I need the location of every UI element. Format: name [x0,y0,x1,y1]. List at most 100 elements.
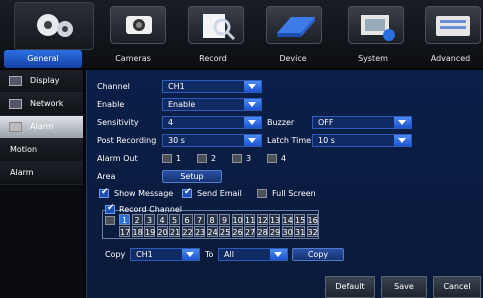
channel-select[interactable]: CH1 [162,80,262,93]
chevron-down-icon[interactable] [182,249,199,260]
channel-2-toggle[interactable]: 2 [131,214,143,225]
channel-16-toggle[interactable]: 16 [306,214,318,225]
alarm-out-2-checkbox[interactable] [197,154,207,163]
alarm-out-3-label: 3 [246,154,252,163]
channel-11-toggle[interactable]: 11 [244,214,255,225]
sidebar-item-alarm[interactable]: Alarm [0,116,83,139]
chevron-down-icon[interactable] [270,249,287,260]
copy-from-select[interactable]: CH1 [130,248,200,261]
alarm-out-4-checkbox[interactable] [267,154,277,163]
channel-28-toggle[interactable]: 28 [256,226,268,237]
show-message-checkbox[interactable] [99,187,109,198]
copy-to-select[interactable]: All [218,248,288,261]
advanced-tile[interactable] [425,6,481,44]
network-icon [9,99,22,109]
enable-value: Enable [168,100,196,109]
channel-10-toggle[interactable]: 10 [231,214,243,225]
chevron-down-icon[interactable] [394,135,411,146]
copy-button[interactable]: Copy [292,248,344,261]
record-channel-checkbox[interactable] [105,203,115,214]
sidebar-item-label: Alarm [10,168,34,177]
channel-27-toggle[interactable]: 27 [244,226,255,237]
channel-29-toggle[interactable]: 29 [269,226,280,237]
sensitivity-select[interactable]: 4 [162,116,262,129]
system-tile[interactable] [348,6,404,44]
channel-17-toggle[interactable]: 17 [119,226,130,237]
alarm-out-1-label: 1 [176,154,182,163]
channel-6-toggle[interactable]: 6 [181,214,193,225]
buzzer-select[interactable]: OFF [312,116,412,129]
tab-general[interactable]: General [4,50,82,68]
channel-8-toggle[interactable]: 8 [206,214,218,225]
channel-13-toggle[interactable]: 13 [269,214,280,225]
channel-22-toggle[interactable]: 22 [181,226,193,237]
copy-from-value: CH1 [136,250,153,259]
channel-23-toggle[interactable]: 23 [194,226,205,237]
tab-device[interactable]: Device [258,50,328,68]
channel-12-toggle[interactable]: 12 [256,214,268,225]
system-info-icon [361,15,395,41]
tab-cameras[interactable]: Cameras [98,50,168,68]
save-button[interactable]: Save [381,276,427,298]
cancel-button[interactable]: Cancel [433,276,481,298]
channel-9-toggle[interactable]: 9 [219,214,230,225]
default-button[interactable]: Default [325,276,375,298]
sidebar-item-network[interactable]: Network [0,93,83,116]
cameras-tile[interactable] [110,6,166,44]
to-label: To [205,250,214,259]
general-tile[interactable] [14,2,94,50]
tab-system[interactable]: System [338,50,408,68]
send-email-label: Send Email [197,189,242,198]
record-all-checkbox[interactable] [105,216,115,225]
channel-15-toggle[interactable]: 15 [294,214,305,225]
tab-record[interactable]: Record [178,50,248,68]
channel-7-toggle[interactable]: 7 [194,214,205,225]
device-tile[interactable] [266,6,322,44]
chevron-down-icon[interactable] [244,81,261,92]
sidebar-item-label: Display [30,76,60,85]
main-tabs: General Cameras Record Device System Adv… [0,50,483,68]
chevron-down-icon[interactable] [244,135,261,146]
sidebar-item-label: Alarm [30,122,54,131]
sidebar-item-display[interactable]: Display [0,70,83,93]
enable-select[interactable]: Enable [162,98,262,111]
channel-32-toggle[interactable]: 32 [306,226,318,237]
copy-label: Copy [105,250,126,259]
show-message-label: Show Message [114,189,174,198]
channel-5-toggle[interactable]: 5 [169,214,180,225]
full-screen-checkbox[interactable] [257,189,267,198]
channel-21-toggle[interactable]: 21 [169,226,180,237]
channel-4-toggle[interactable]: 4 [156,214,168,225]
chevron-down-icon[interactable] [244,117,261,128]
alarm-out-3-checkbox[interactable] [232,154,242,163]
search-record-icon [203,14,236,41]
channel-14-toggle[interactable]: 14 [281,214,293,225]
latch-time-label: Latch Time [267,136,312,145]
monitor-icon [9,76,22,86]
record-tile[interactable] [188,6,244,44]
sidebar-item-alarm-sub[interactable]: Alarm [0,162,83,185]
alarm-out-1-checkbox[interactable] [162,154,172,163]
channel-30-toggle[interactable]: 30 [281,226,293,237]
channel-19-toggle[interactable]: 19 [144,226,155,237]
post-recording-select[interactable]: 30 s [162,134,262,147]
channel-20-toggle[interactable]: 20 [156,226,168,237]
enable-label: Enable [97,100,125,109]
channel-24-toggle[interactable]: 24 [206,226,218,237]
channel-25-toggle[interactable]: 25 [219,226,230,237]
channel-18-toggle[interactable]: 18 [131,226,143,237]
chevron-down-icon[interactable] [244,99,261,110]
channel-3-toggle[interactable]: 3 [144,214,155,225]
latch-time-select[interactable]: 10 s [312,134,412,147]
sidebar-item-motion[interactable]: Motion [0,139,83,162]
channel-26-toggle[interactable]: 26 [231,226,243,237]
area-label: Area [97,172,116,181]
advanced-settings-icon [436,16,470,36]
channel-31-toggle[interactable]: 31 [294,226,305,237]
area-setup-button[interactable]: Setup [162,170,222,183]
channel-1-toggle[interactable]: 1 [119,214,130,225]
chevron-down-icon[interactable] [394,117,411,128]
alarm-out-2-label: 2 [211,154,217,163]
send-email-checkbox[interactable] [182,187,192,198]
tab-advanced[interactable]: Advanced [418,50,483,68]
